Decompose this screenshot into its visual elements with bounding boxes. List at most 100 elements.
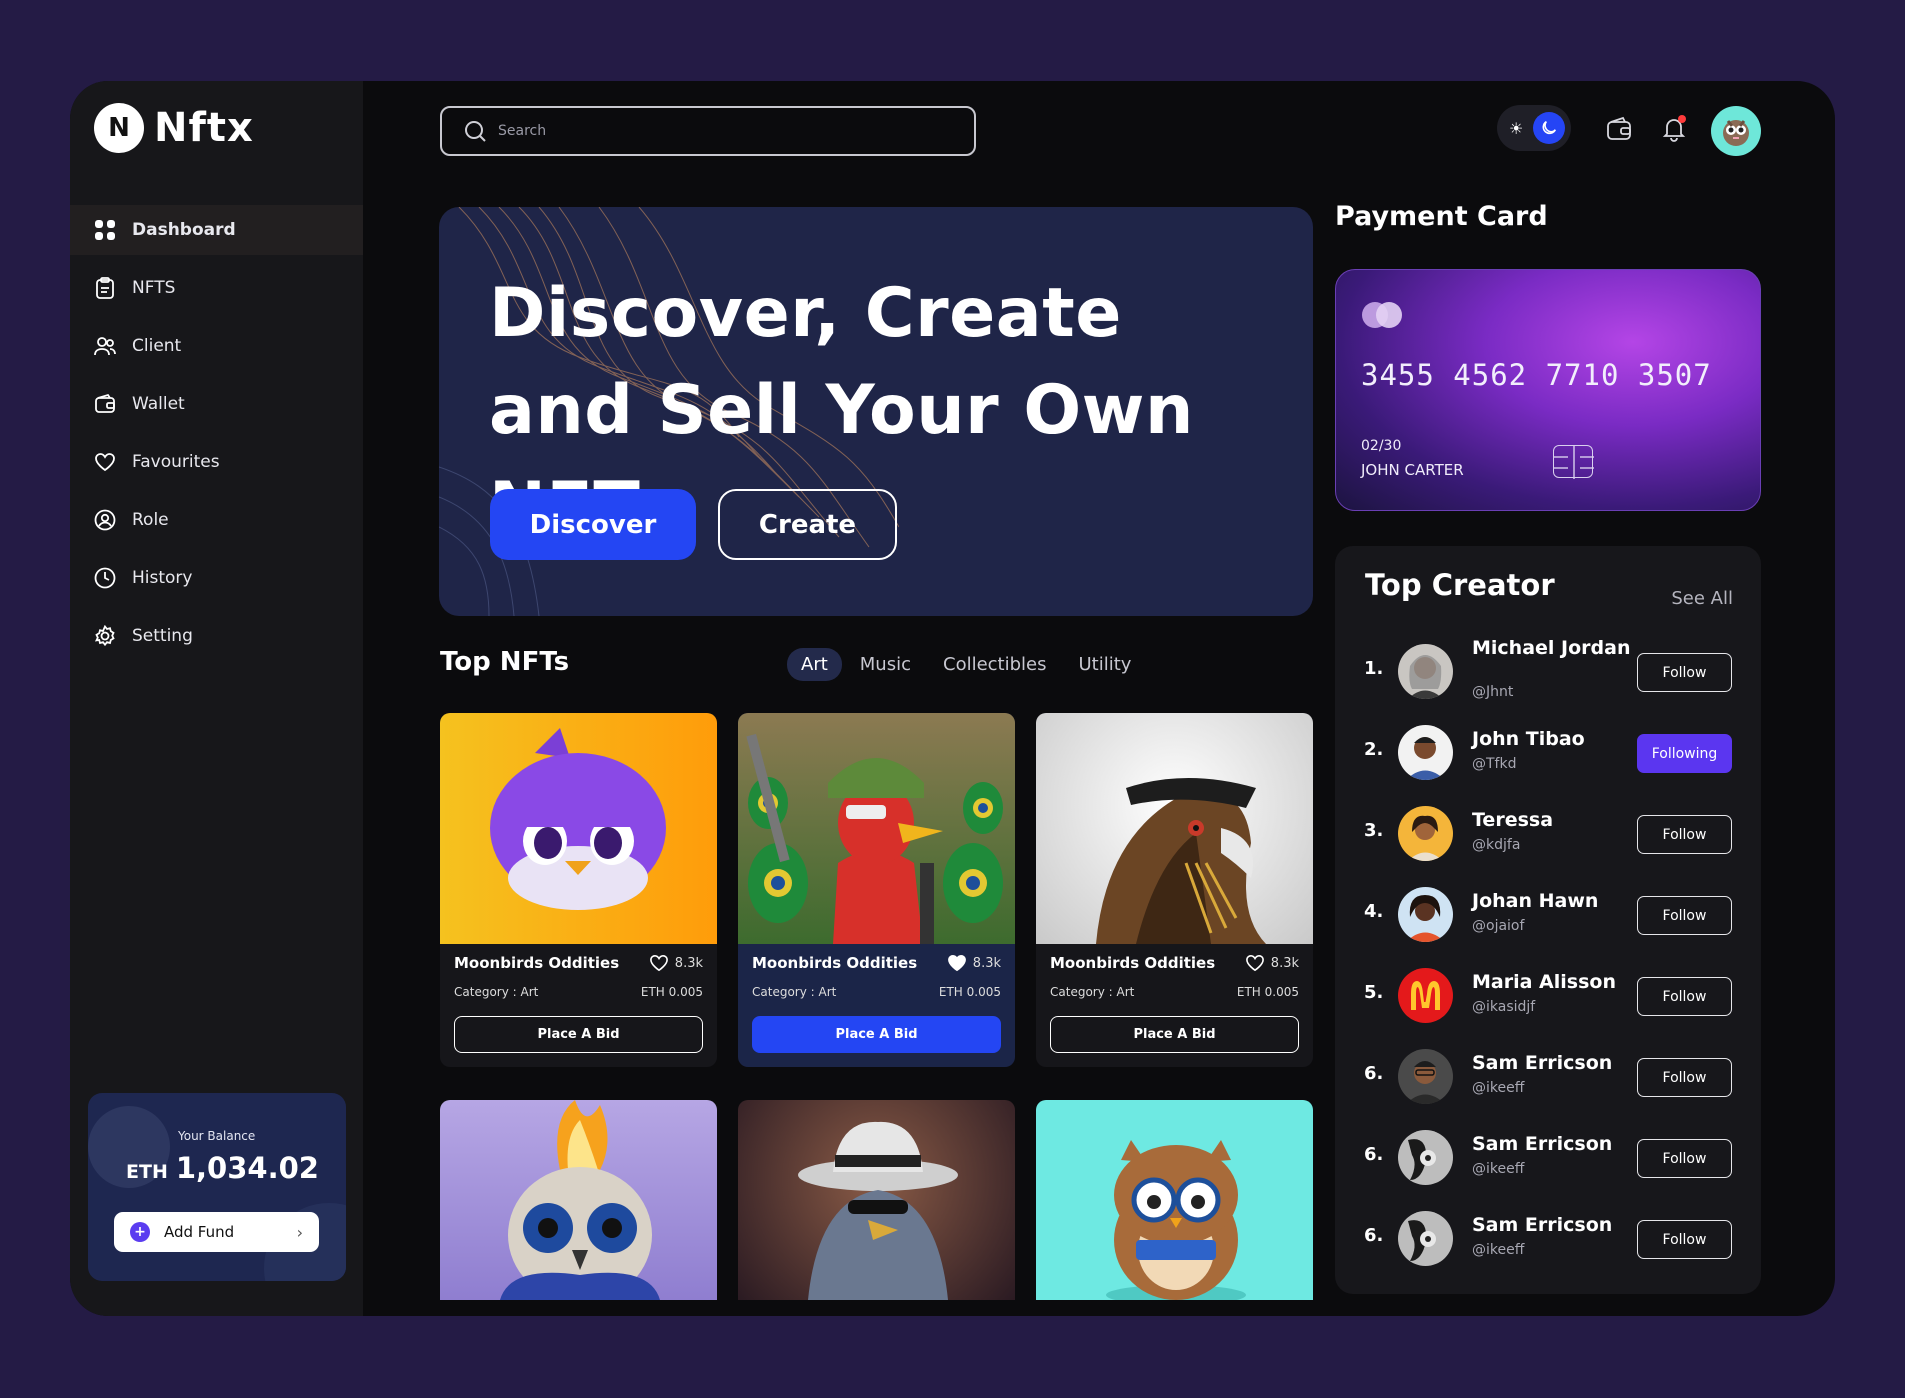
follow-button[interactable]: Follow [1637, 1220, 1732, 1259]
balance-card: Your Balance ETH 1,034.02 + Add Fund › [88, 1093, 346, 1281]
search-input[interactable] [498, 123, 938, 139]
creator-name: Maria Alisson [1472, 971, 1616, 993]
logo-text: Nftx [154, 105, 254, 151]
card-header: Moonbirds Oddities 8.3k [752, 954, 1001, 972]
sidebar-item-nfts[interactable]: NFTS [70, 263, 363, 313]
logo[interactable]: N Nftx [94, 103, 254, 153]
sidebar-nav: Dashboard NFTS Client Wallet Favourites … [70, 205, 363, 669]
like-button[interactable]: 8.3k [649, 954, 703, 972]
follow-button[interactable]: Follow [1637, 815, 1732, 854]
creator-row: 1. Michael Jordan @Jhnt Follow [1335, 636, 1761, 706]
card-meta: Category : Art ETH 0.005 [454, 985, 703, 999]
creator-handle: @ikeeff [1472, 1080, 1525, 1096]
nft-card-image-owl-fire[interactable] [440, 1100, 717, 1300]
avatar[interactable] [1398, 806, 1453, 861]
avatar[interactable] [1398, 1130, 1453, 1185]
creator-row: 2. John Tibao @Tfkd Following [1335, 717, 1761, 787]
sun-icon: ☀ [1509, 118, 1524, 138]
balance-value: 1,034.02 [175, 1151, 319, 1185]
avatar[interactable] [1398, 1049, 1453, 1104]
nft-price: ETH 0.005 [640, 985, 703, 999]
top-nfts-title: Top NFTs [440, 647, 570, 677]
nft-price: ETH 0.005 [1236, 985, 1299, 999]
follow-button[interactable]: Follow [1637, 977, 1732, 1016]
creator-row: 4. Johan Hawn @ojaiof Follow [1335, 879, 1761, 949]
sidebar-item-label: Favourites [132, 452, 220, 472]
top-creator-title: Top Creator [1365, 568, 1555, 602]
card-number: 3455 4562 7710 3507 [1361, 358, 1712, 392]
creator-row: 6. Sam Erricson @ikeeff Follow [1335, 1203, 1761, 1273]
see-all-link[interactable]: See All [1671, 588, 1733, 609]
avatar[interactable] [1398, 644, 1453, 699]
grid-icon [95, 220, 115, 240]
app-window: N Nftx Dashboard NFTS Client Wallet Favo… [70, 81, 1835, 1316]
creator-row: 5. Maria Alisson @ikasidjf Follow [1335, 960, 1761, 1030]
discover-button[interactable]: Discover [490, 489, 696, 560]
card-brand-icon [1362, 302, 1402, 328]
sidebar-item-setting[interactable]: Setting [70, 611, 363, 661]
bell-icon[interactable] [1660, 115, 1688, 143]
follow-button[interactable]: Follow [1637, 1058, 1732, 1097]
follow-button[interactable]: Follow [1637, 896, 1732, 935]
avatar[interactable] [1398, 887, 1453, 942]
creator-rank: 6. [1364, 1063, 1384, 1084]
credit-card[interactable]: 3455 4562 7710 3507 02/30 JOHN CARTER [1335, 269, 1761, 511]
heart-icon [649, 954, 668, 972]
wallet-icon[interactable] [1605, 115, 1633, 143]
card-meta: Category : Art ETH 0.005 [752, 985, 1001, 999]
creator-rank: 6. [1364, 1225, 1384, 1246]
follow-button[interactable]: Follow [1637, 1139, 1732, 1178]
avatar[interactable] [1398, 1211, 1453, 1266]
nft-name: Moonbirds Oddities [1050, 954, 1216, 972]
sidebar-item-favourites[interactable]: Favourites [70, 437, 363, 487]
card-header: Moonbirds Oddities 8.3k [454, 954, 703, 972]
nft-card[interactable]: Moonbirds Oddities 8.3k Category : Art E… [738, 713, 1015, 1067]
sidebar-item-wallet[interactable]: Wallet [70, 379, 363, 429]
heart-filled-icon [947, 954, 966, 972]
logo-badge: N [94, 103, 144, 153]
place-bid-button[interactable]: Place A Bid [454, 1016, 703, 1053]
sidebar-item-dashboard[interactable]: Dashboard [70, 205, 363, 255]
avatar[interactable] [1398, 725, 1453, 780]
nft-card[interactable]: Moonbirds Oddities 8.3k Category : Art E… [1036, 713, 1313, 1067]
creator-handle: @ikeeff [1472, 1242, 1525, 1258]
creator-row: 6. Sam Erricson @ikeeff Follow [1335, 1041, 1761, 1111]
search-bar[interactable] [440, 106, 976, 156]
like-count: 8.3k [674, 955, 703, 971]
chevron-right-icon: › [296, 1222, 303, 1242]
place-bid-button[interactable]: Place A Bid [752, 1016, 1001, 1053]
card-holder: JOHN CARTER [1361, 461, 1464, 479]
nft-image-eagle [1036, 713, 1313, 944]
category-tabs: Art Music Collectibles Utility [787, 648, 1149, 681]
creator-rank: 5. [1364, 982, 1384, 1003]
nft-card-image-bird-hat[interactable] [738, 1100, 1015, 1300]
sidebar-item-label: Setting [132, 626, 193, 646]
wallet-icon [95, 393, 115, 413]
nft-card-image-owl-glasses[interactable] [1036, 1100, 1313, 1300]
balance-currency: ETH [126, 1161, 168, 1183]
creator-rank: 3. [1364, 820, 1384, 841]
follow-button[interactable]: Follow [1637, 653, 1732, 692]
theme-toggle[interactable]: ☀ [1497, 105, 1571, 151]
create-button[interactable]: Create [718, 489, 897, 560]
creator-handle: @ikeeff [1472, 1161, 1525, 1177]
add-fund-button[interactable]: + Add Fund › [114, 1212, 319, 1252]
tab-art[interactable]: Art [787, 648, 842, 681]
sidebar-item-role[interactable]: Role [70, 495, 363, 545]
creator-rank: 2. [1364, 739, 1384, 760]
nft-card[interactable]: Moonbirds Oddities 8.3k Category : Art E… [440, 713, 717, 1067]
tab-music[interactable]: Music [846, 648, 925, 681]
like-button[interactable]: 8.3k [1245, 954, 1299, 972]
mcdonalds-logo-avatar[interactable] [1398, 968, 1453, 1023]
sidebar-item-history[interactable]: History [70, 553, 363, 603]
user-shield-icon [94, 509, 116, 531]
plus-icon: + [130, 1222, 150, 1242]
place-bid-button[interactable]: Place A Bid [1050, 1016, 1299, 1053]
like-button[interactable]: 8.3k [947, 954, 1001, 972]
tab-utility[interactable]: Utility [1065, 648, 1146, 681]
avatar[interactable] [1711, 106, 1761, 156]
hero-banner: Discover, Create and Sell Your Own NFT. … [439, 207, 1313, 616]
sidebar-item-client[interactable]: Client [70, 321, 363, 371]
tab-collectibles[interactable]: Collectibles [929, 648, 1061, 681]
following-button[interactable]: Following [1637, 734, 1732, 773]
